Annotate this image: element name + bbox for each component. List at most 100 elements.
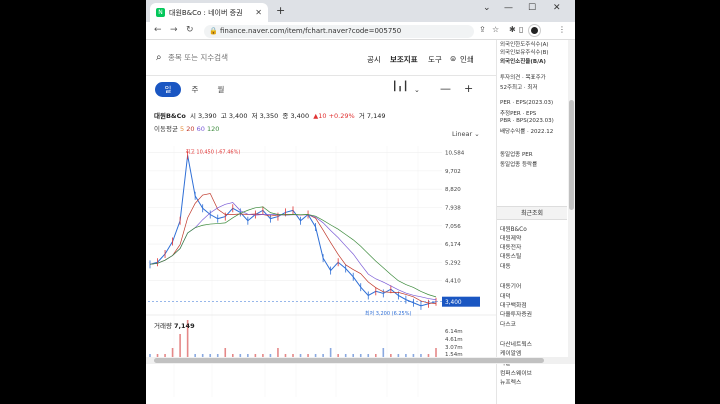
y-tick-label: 8,820	[445, 187, 461, 193]
ma-20[interactable]: 20	[186, 125, 194, 133]
indicator-link[interactable]: 보조지표	[390, 54, 418, 65]
close-value: 3,400	[290, 112, 310, 120]
address-bar-row: ← → ↻ 🔒 finance.naver.com/item/fchart.na…	[146, 22, 575, 40]
zoom-in-icon[interactable]: +	[464, 82, 473, 95]
period-monthly-button[interactable]: 월	[208, 82, 234, 97]
recent-item[interactable]: 대동스틸	[500, 251, 521, 260]
change-pct: +0.29%	[328, 112, 355, 120]
browser-tab[interactable]: N 대원B&Co : 네이버 증권 ✕	[150, 3, 268, 22]
reload-icon[interactable]: ↻	[186, 25, 194, 35]
close-window-icon[interactable]: ✕	[553, 3, 561, 13]
ma-120[interactable]: 120	[207, 125, 219, 133]
volume-label: 거래량	[154, 322, 172, 330]
menu-kebab-icon[interactable]: ⋮	[558, 25, 566, 34]
side-panel: 외국인한도주식수(A) 외국인보유주식수(B) 외국인소진율(B/A) 투자의견 · …	[496, 40, 575, 404]
low-label: 저	[251, 112, 258, 120]
recent-item[interactable]: 대동전자	[500, 242, 521, 251]
chart-type-dropdown-icon[interactable]: ⌄	[414, 86, 420, 94]
print-icon[interactable]: ⊜	[450, 54, 456, 63]
change-value: ▲10	[313, 112, 327, 120]
recent-item[interactable]: 대구백화점	[500, 300, 527, 309]
period-daily-button[interactable]: 일	[155, 82, 181, 97]
scale-mode-selector[interactable]: Linear ⌄	[452, 130, 480, 138]
url-field[interactable]: 🔒 finance.naver.com/item/fchart.naver?co…	[204, 25, 474, 38]
period-weekly-button[interactable]: 주	[182, 82, 208, 97]
recent-item[interactable]: 케이알엠	[500, 348, 521, 357]
period-selector: 일 주 월 ┃╻┃ ⌄ — +	[146, 77, 496, 101]
recent-item[interactable]: 대원B&Co	[500, 224, 527, 233]
recent-item[interactable]: 뉴프렉스	[500, 377, 521, 386]
horizontal-scroll-thumb[interactable]	[154, 358, 544, 363]
notice-link[interactable]: 공시	[367, 54, 381, 65]
stock-info-line: 외국인소진율(B/A)	[500, 59, 546, 65]
moving-average-line	[149, 206, 437, 298]
ma-60[interactable]: 60	[197, 125, 205, 133]
tools-link[interactable]: 도구	[428, 54, 442, 65]
stock-info-line: PER · EPS(2023.03)	[500, 100, 554, 106]
stock-name: 대원B&Co	[154, 112, 186, 120]
volume-tick-label: 4.61m	[445, 337, 463, 343]
volume-tick-label: 3.07m	[445, 345, 463, 351]
stock-info-line: 추정PER · EPS	[500, 111, 537, 117]
minimize-icon[interactable]: —	[504, 3, 513, 13]
chart-page: ⌕ 공시 보조지표 도구 ⊜ 인쇄 일 주 월 ┃╻┃ ⌄ — + 대원B&Co…	[146, 40, 496, 404]
recent-item[interactable]: 대원제약	[500, 233, 521, 242]
open-label: 시	[189, 112, 196, 120]
bookmark-star-icon[interactable]: ☆	[492, 25, 499, 34]
recent-item[interactable]: 컴퍼스웨이브	[500, 368, 532, 377]
moving-average-line	[149, 202, 437, 301]
ma-5[interactable]: 5	[180, 125, 184, 133]
stock-info-line: 52주최고 · 최저	[500, 85, 538, 91]
recent-item[interactable]: 대덕	[500, 291, 511, 300]
recent-item[interactable]: 다올투자증권	[500, 309, 532, 318]
price-line	[149, 155, 437, 307]
tab-search-icon[interactable]: ⌄	[483, 3, 491, 13]
recent-item[interactable]: 대동	[500, 261, 511, 270]
volume-tick-label: 6.14m	[445, 329, 463, 335]
stock-info-line: 외국인한도주식수(A)	[500, 42, 549, 48]
sidepanel-icon[interactable]: ▯	[519, 25, 523, 34]
search-input[interactable]	[168, 53, 278, 62]
recent-header: 최근조회	[497, 206, 567, 220]
naver-favicon-icon: N	[156, 8, 165, 17]
stock-info-line: PBR · BPS(2023.03)	[500, 118, 554, 124]
zoom-out-icon[interactable]: —	[440, 82, 451, 95]
open-value: 3,390	[198, 112, 217, 120]
y-tick-label: 7,938	[445, 205, 461, 211]
volume-value: 7,149	[174, 322, 195, 330]
print-link[interactable]: 인쇄	[460, 54, 474, 65]
profile-avatar[interactable]	[529, 25, 540, 36]
forward-icon[interactable]: →	[170, 25, 178, 35]
tab-bar: N 대원B&Co : 네이버 증권 ✕ + ⌄ — ☐ ✕	[146, 0, 575, 22]
back-icon[interactable]: ←	[154, 25, 162, 35]
chart-type-candle-icon[interactable]: ┃╻┃	[392, 82, 408, 92]
volume-bar	[179, 334, 181, 358]
close-tab-icon[interactable]: ✕	[255, 8, 262, 17]
recent-item[interactable]: 다스코	[500, 319, 516, 328]
high-value: 3,400	[228, 112, 248, 120]
y-tick-label: 10,584	[445, 151, 465, 157]
scale-mode-label: Linear	[452, 130, 473, 138]
new-tab-icon[interactable]: +	[276, 4, 285, 17]
extensions-icon[interactable]: ✱	[509, 25, 516, 34]
horizontal-scrollbar[interactable]	[146, 357, 575, 364]
recent-item[interactable]: 대동기어	[500, 281, 521, 290]
current-price-label: 3,400	[445, 300, 462, 306]
stock-info-line: 배당수익률 · 2022.12	[500, 129, 554, 135]
maximize-icon[interactable]: ☐	[528, 3, 536, 13]
stock-info-line: 동일업종 PER	[500, 152, 533, 158]
y-tick-label: 4,410	[445, 279, 461, 285]
recent-item[interactable]: 다산네트웍스	[500, 339, 532, 348]
y-tick-label: 9,702	[445, 169, 461, 175]
vertical-scrollbar[interactable]	[568, 40, 575, 357]
vertical-scroll-thumb[interactable]	[569, 100, 574, 210]
y-tick-label: 7,056	[445, 224, 461, 230]
high-label: 고	[220, 112, 227, 120]
ma-label: 이동평균	[154, 125, 178, 133]
share-icon[interactable]: ⇪	[479, 25, 486, 34]
volume-legend: 거래량 7,149	[154, 320, 195, 330]
url-text: finance.naver.com/item/fchart.naver?code…	[220, 27, 402, 35]
y-tick-label: 6,174	[445, 242, 461, 248]
y-tick-label: 5,292	[445, 260, 461, 266]
search-icon[interactable]: ⌕	[156, 52, 162, 63]
